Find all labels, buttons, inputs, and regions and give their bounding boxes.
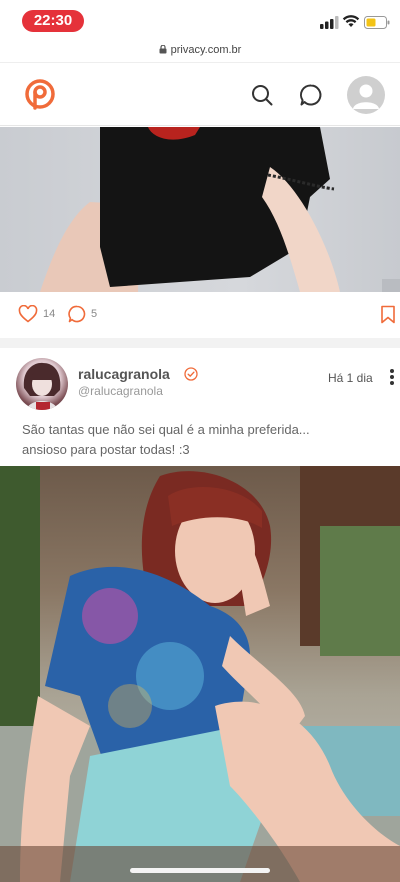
post-image[interactable] [0, 127, 400, 292]
status-time: 22:30 [22, 10, 84, 32]
message-icon[interactable] [299, 83, 323, 107]
post-timestamp: Há 1 dia [328, 371, 373, 385]
comment-count: 5 [91, 308, 98, 320]
author-name[interactable]: ralucagranola [78, 366, 170, 382]
post-caption: São tantas que não sei qual é a minha pr… [22, 420, 382, 460]
author-handle[interactable]: @ralucagranola [78, 384, 163, 398]
author-photo [23, 362, 61, 410]
home-indicator[interactable] [130, 868, 270, 873]
post-photo [40, 127, 400, 292]
post-header: ralucagranola @ralucagranola Há 1 dia [0, 348, 400, 414]
caption-line: São tantas que não sei qual é a minha pr… [22, 422, 310, 437]
search-icon[interactable] [250, 83, 274, 107]
author-avatar[interactable] [16, 358, 68, 410]
comment-button[interactable]: 5 [68, 305, 97, 323]
like-button[interactable]: 14 [18, 305, 55, 323]
address-bar[interactable]: privacy.com.br [0, 40, 400, 60]
like-count: 14 [43, 308, 56, 320]
post-photo [0, 466, 400, 882]
post-image[interactable] [0, 466, 400, 882]
url-text: privacy.com.br [170, 44, 242, 56]
bookmark-icon[interactable] [380, 305, 396, 324]
feed-divider [0, 338, 400, 348]
verified-icon [184, 367, 198, 381]
signal-icon [320, 16, 339, 29]
status-bar: 22:30 [0, 0, 400, 40]
wifi-icon [342, 15, 360, 27]
app-header [0, 62, 400, 126]
privacy-logo-icon[interactable] [22, 77, 58, 113]
battery-icon [364, 16, 390, 29]
caption-line: ansioso para postar todas! :3 [22, 442, 190, 457]
user-avatar-button[interactable] [347, 76, 385, 114]
post-actions: 14 5 [0, 292, 400, 338]
heart-icon [18, 305, 38, 323]
user-avatar-icon [353, 84, 379, 109]
lock-icon [159, 45, 167, 54]
more-vertical-icon[interactable] [389, 368, 395, 386]
comment-icon [68, 305, 86, 323]
